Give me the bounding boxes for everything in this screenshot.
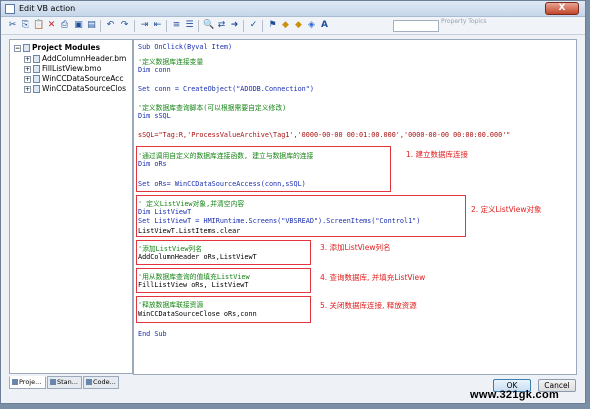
close-button[interactable]: X xyxy=(545,2,579,15)
watermark: www.321gk.com xyxy=(470,389,560,401)
copy-icon[interactable]: ⎘ xyxy=(20,20,31,31)
standard-icon xyxy=(50,379,56,385)
code-line: Set ListViewT = HMIRuntime.Screens("VBSR… xyxy=(138,217,421,225)
annotation-1: 1. 建立数据库连接 xyxy=(406,150,469,159)
comment-icon[interactable]: ≡ xyxy=(171,20,182,31)
check-syntax-icon[interactable]: ✓ xyxy=(248,20,259,31)
undo-icon[interactable]: ↶ xyxy=(105,20,116,31)
title-bar[interactable]: Edit VB action X xyxy=(1,1,585,17)
expand-icon[interactable]: + xyxy=(24,55,31,63)
outdent-icon[interactable]: ⇤ xyxy=(152,20,163,31)
toolbar: ✂ ⎘ 📋 ✕ ⎙ ▣ ▤ ↶ ↷ ⇥ ⇤ ≡ ☰ 🔍 ⇄ ➜ ✓ ⚑ ◆ ◆ … xyxy=(1,17,585,35)
code-line: '释放数据库联接资源 xyxy=(138,301,204,309)
expand-icon[interactable]: + xyxy=(24,85,31,93)
function-selector[interactable] xyxy=(393,20,439,32)
indent-icon[interactable]: ⇥ xyxy=(139,20,150,31)
code-line: '添加ListView列名 xyxy=(138,245,203,253)
code-line: '定义数据库连接变量 xyxy=(138,58,204,66)
clear-bookmark-icon[interactable]: ◈ xyxy=(306,20,317,31)
next-bookmark-icon[interactable]: ◆ xyxy=(293,20,304,31)
code-line: End Sub xyxy=(138,330,167,338)
code-line: Dim ListViewT xyxy=(138,208,192,216)
annotation-3: 3. 添加ListView列名 xyxy=(320,243,391,252)
expand-icon[interactable]: + xyxy=(24,75,31,83)
annotation-2: 2. 定义ListView对象 xyxy=(471,205,542,214)
code-line: Dim sSQL xyxy=(138,112,171,120)
find-icon[interactable]: 🔍 xyxy=(203,20,214,31)
code-line: sSQL="Tag:R,'ProcessValueArchive\Tag1','… xyxy=(138,131,511,139)
save-icon[interactable]: ▣ xyxy=(73,20,84,31)
tab-code[interactable]: Code... xyxy=(83,376,119,389)
bookmark-icon[interactable]: ⚑ xyxy=(267,20,278,31)
code-icon xyxy=(86,379,92,385)
replace-icon[interactable]: ⇄ xyxy=(216,20,227,31)
code-line: WinCCDataSourceClose oRs,conn xyxy=(138,310,257,318)
background-window-text: Property Topics xyxy=(441,18,487,25)
project-modules-tree: − Project Modules + AddColumnHeader.bm + Fi… xyxy=(9,39,133,374)
delete-icon[interactable]: ✕ xyxy=(46,20,57,31)
code-line: FillListView oRs, ListViewT xyxy=(138,281,249,289)
code-line: ListViewT.ListItems.clear xyxy=(138,227,241,235)
paste-icon[interactable]: 📋 xyxy=(33,20,44,31)
folder-icon xyxy=(23,44,30,52)
code-line: Set conn = CreateObject("ADODB.Connectio… xyxy=(138,85,314,93)
code-line: '用从数据库查询的值填充ListView xyxy=(138,273,250,281)
redo-icon[interactable]: ↷ xyxy=(119,20,130,31)
code-line: Dim oRs xyxy=(138,160,167,168)
code-line: '定义数据库查询脚本(可以根据需要自定义修改) xyxy=(138,104,287,112)
tree-item[interactable]: + AddColumnHeader.bm xyxy=(24,54,126,63)
code-line: '通过调用自定义的数据库连接函数, 建立与数据库的连接 xyxy=(138,152,314,160)
tree-item[interactable]: + FillListView.bmo xyxy=(24,64,101,73)
module-icon xyxy=(33,55,40,63)
code-line: Sub OnClick(Byval Item) xyxy=(138,43,233,51)
project-icon xyxy=(12,379,18,385)
window-title: Edit VB action xyxy=(19,4,76,13)
module-icon xyxy=(33,65,40,73)
code-line: Set oRs= WinCCDataSourceAccess(conn,sSQL… xyxy=(138,180,306,188)
code-line: Dim conn xyxy=(138,66,171,74)
annotation-4: 4. 查询数据库, 并填充ListView xyxy=(320,273,426,282)
code-line: AddColumnHeader oRs,ListViewT xyxy=(138,253,257,261)
tree-item[interactable]: + WinCCDataSourceClos xyxy=(24,84,126,93)
module-icon xyxy=(33,85,40,93)
font-icon[interactable]: A xyxy=(319,20,330,31)
code-editor[interactable]: Sub OnClick(Byval Item) '定义数据库连接变量 Dim c… xyxy=(133,39,577,375)
cut-icon[interactable]: ✂ xyxy=(7,20,18,31)
expand-icon[interactable]: + xyxy=(24,65,31,73)
edit-vb-action-window: Edit VB action X ✂ ⎘ 📋 ✕ ⎙ ▣ ▤ ↶ ↷ ⇥ ⇤ ≡… xyxy=(0,0,586,404)
uncomment-icon[interactable]: ☰ xyxy=(184,20,195,31)
left-panel-tabs: Proje... Stan... Code... xyxy=(9,376,133,390)
prev-bookmark-icon[interactable]: ◆ xyxy=(280,20,291,31)
code-line: ' 定义ListView对象,并清空内容 xyxy=(138,200,245,208)
tree-root[interactable]: − Project Modules xyxy=(14,43,100,52)
select-all-icon[interactable]: ▤ xyxy=(86,20,97,31)
tab-project[interactable]: Proje... xyxy=(9,376,46,389)
collapse-icon[interactable]: − xyxy=(14,44,21,52)
window-icon xyxy=(5,4,15,14)
tree-item[interactable]: + WinCCDataSourceAcc xyxy=(24,74,123,83)
goto-icon[interactable]: ➜ xyxy=(229,20,240,31)
tab-standard[interactable]: Stan... xyxy=(47,376,82,389)
module-icon xyxy=(33,75,40,83)
print-icon[interactable]: ⎙ xyxy=(59,20,70,31)
annotation-5: 5. 关闭数据库连接, 释放资源 xyxy=(320,301,417,310)
